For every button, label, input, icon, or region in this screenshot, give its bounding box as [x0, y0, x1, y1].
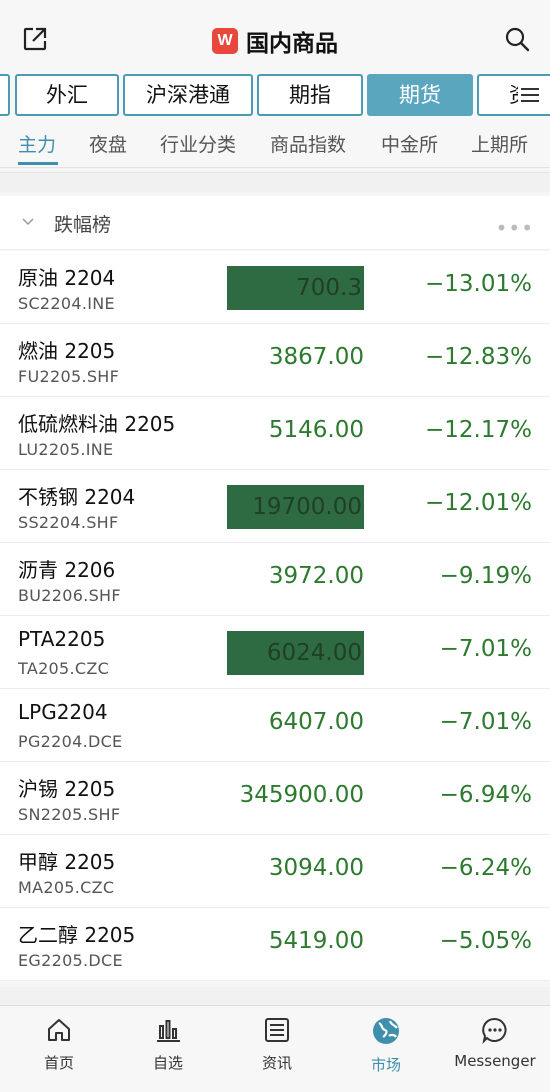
nav-label: 市场 [370, 1056, 401, 1074]
list-item[interactable]: 低硫燃料油 2205 LU2205.INE 5146.00 −12.17% [0, 397, 550, 470]
segment-futures[interactable]: 期货 [367, 74, 473, 116]
list-item[interactable]: 甲醇 2205 MA205.CZC 3094.00 −6.24% [0, 835, 550, 908]
contract-name: PTA2205 [18, 627, 106, 651]
list-item[interactable]: 乙二醇 2205 EG2205.DCE 5419.00 −5.05% [0, 908, 550, 981]
change-percent: −5.05% [439, 928, 532, 954]
tab-cffex[interactable]: 中金所 [381, 130, 438, 157]
nav-messenger[interactable]: Messenger [440, 1016, 550, 1070]
list-item[interactable]: PTA2205 TA205.CZC 6024.00 −7.01% [0, 616, 550, 689]
last-price: 700.3 [227, 266, 364, 310]
contract-code: SN2205.SHF [18, 805, 121, 824]
section-title: 跌幅榜 [54, 214, 112, 236]
change-percent: −6.24% [439, 855, 532, 881]
last-price: 6024.00 [227, 631, 364, 675]
last-price: 3094.00 [268, 855, 364, 881]
tab-commodity-index[interactable]: 商品指数 [270, 130, 346, 157]
change-percent: −7.01% [439, 636, 532, 662]
chat-icon [482, 1017, 507, 1044]
tab-main[interactable]: 主力 [18, 130, 56, 157]
list-item[interactable]: 沥青 2206 BU2206.SHF 3972.00 −9.19% [0, 543, 550, 616]
contract-name: LPG2204 [18, 700, 108, 724]
contract-name: 沥青 2206 [18, 558, 116, 582]
active-tab-indicator [18, 162, 58, 165]
contract-code: FU2205.SHF [18, 367, 120, 386]
change-percent: −6.94% [439, 782, 532, 808]
change-percent: −13.01% [425, 271, 532, 297]
divider [0, 172, 550, 192]
nav-label: Messenger [454, 1052, 536, 1070]
contract-name: 甲醇 2205 [18, 850, 116, 874]
nav-home[interactable]: 首页 [4, 1016, 114, 1073]
header-title-group: W 国内商品 [0, 24, 550, 58]
nav-label: 首页 [43, 1054, 74, 1072]
change-percent: −12.83% [425, 344, 532, 370]
segment-forex[interactable]: 外汇 [15, 74, 119, 116]
list-item[interactable]: LPG2204 PG2204.DCE 6407.00 −7.01% [0, 689, 550, 762]
list-item[interactable]: 沪锡 2205 SN2205.SHF 345900.00 −6.94% [0, 762, 550, 835]
last-price: 3972.00 [268, 563, 364, 589]
last-price: 5419.00 [268, 928, 364, 954]
search-icon[interactable] [504, 26, 530, 52]
losers-list: 原油 2204 SC2204.INE 700.3 −13.01% 燃油 2205… [0, 251, 550, 981]
market-segments: 外汇 沪深港通 期指 期货 资 [0, 74, 550, 118]
losers-section-header[interactable]: 跌幅榜 ••• [0, 196, 550, 250]
nav-market[interactable]: 市场 [331, 1016, 441, 1075]
app-header: W 国内商品 [0, 0, 550, 74]
menu-icon[interactable] [518, 84, 542, 106]
last-price: 6407.00 [268, 709, 364, 735]
news-icon [265, 1018, 289, 1042]
change-percent: −12.17% [425, 417, 532, 443]
contract-code: LU2205.INE [18, 440, 114, 459]
contract-name: 不锈钢 2204 [18, 485, 136, 509]
segment-prev[interactable] [0, 74, 10, 116]
nav-label: 资讯 [261, 1054, 292, 1072]
last-price: 19700.00 [227, 485, 364, 529]
contract-name: 乙二醇 2205 [18, 923, 136, 947]
bottom-nav: 首页 自选 资讯 市场 Messenger [0, 1005, 550, 1092]
contract-name: 沪锡 2205 [18, 777, 116, 801]
app-logo: W [212, 28, 238, 54]
last-price: 3867.00 [268, 344, 364, 370]
home-icon [48, 1019, 70, 1041]
segment-hk-connect[interactable]: 沪深港通 [123, 74, 253, 116]
sub-tabs: 主力 夜盘 行业分类 商品指数 中金所 上期所 [0, 118, 550, 168]
contract-name: 原油 2204 [18, 266, 116, 290]
bar-chart-icon [157, 1020, 180, 1042]
divider [0, 987, 550, 1005]
contract-code: SS2204.SHF [18, 513, 119, 532]
page-title: 国内商品 [246, 31, 338, 57]
segment-index-futures[interactable]: 期指 [257, 74, 363, 116]
globe-icon [373, 1018, 399, 1044]
contract-name: 低硫燃料油 2205 [18, 412, 176, 436]
tab-shfe[interactable]: 上期所 [471, 130, 528, 157]
contract-name: 燃油 2205 [18, 339, 116, 363]
list-item[interactable]: 原油 2204 SC2204.INE 700.3 −13.01% [0, 251, 550, 324]
contract-code: MA205.CZC [18, 878, 115, 897]
tab-industry[interactable]: 行业分类 [160, 130, 236, 157]
nav-label: 自选 [152, 1054, 183, 1072]
contract-code: BU2206.SHF [18, 586, 121, 605]
change-percent: −9.19% [439, 563, 532, 589]
contract-code: PG2204.DCE [18, 732, 123, 751]
list-item[interactable]: 不锈钢 2204 SS2204.SHF 19700.00 −12.01% [0, 470, 550, 543]
more-options-icon[interactable]: ••• [496, 216, 534, 240]
contract-code: TA205.CZC [18, 659, 110, 678]
nav-news[interactable]: 资讯 [222, 1016, 332, 1073]
nav-watchlist[interactable]: 自选 [113, 1016, 223, 1073]
chevron-down-icon[interactable] [22, 216, 34, 228]
change-percent: −7.01% [439, 709, 532, 735]
contract-code: SC2204.INE [18, 294, 115, 313]
contract-code: EG2205.DCE [18, 951, 123, 970]
last-price: 345900.00 [239, 782, 364, 808]
list-item[interactable]: 燃油 2205 FU2205.SHF 3867.00 −12.83% [0, 324, 550, 397]
change-percent: −12.01% [425, 490, 532, 516]
tab-night[interactable]: 夜盘 [89, 130, 127, 157]
last-price: 5146.00 [268, 417, 364, 443]
